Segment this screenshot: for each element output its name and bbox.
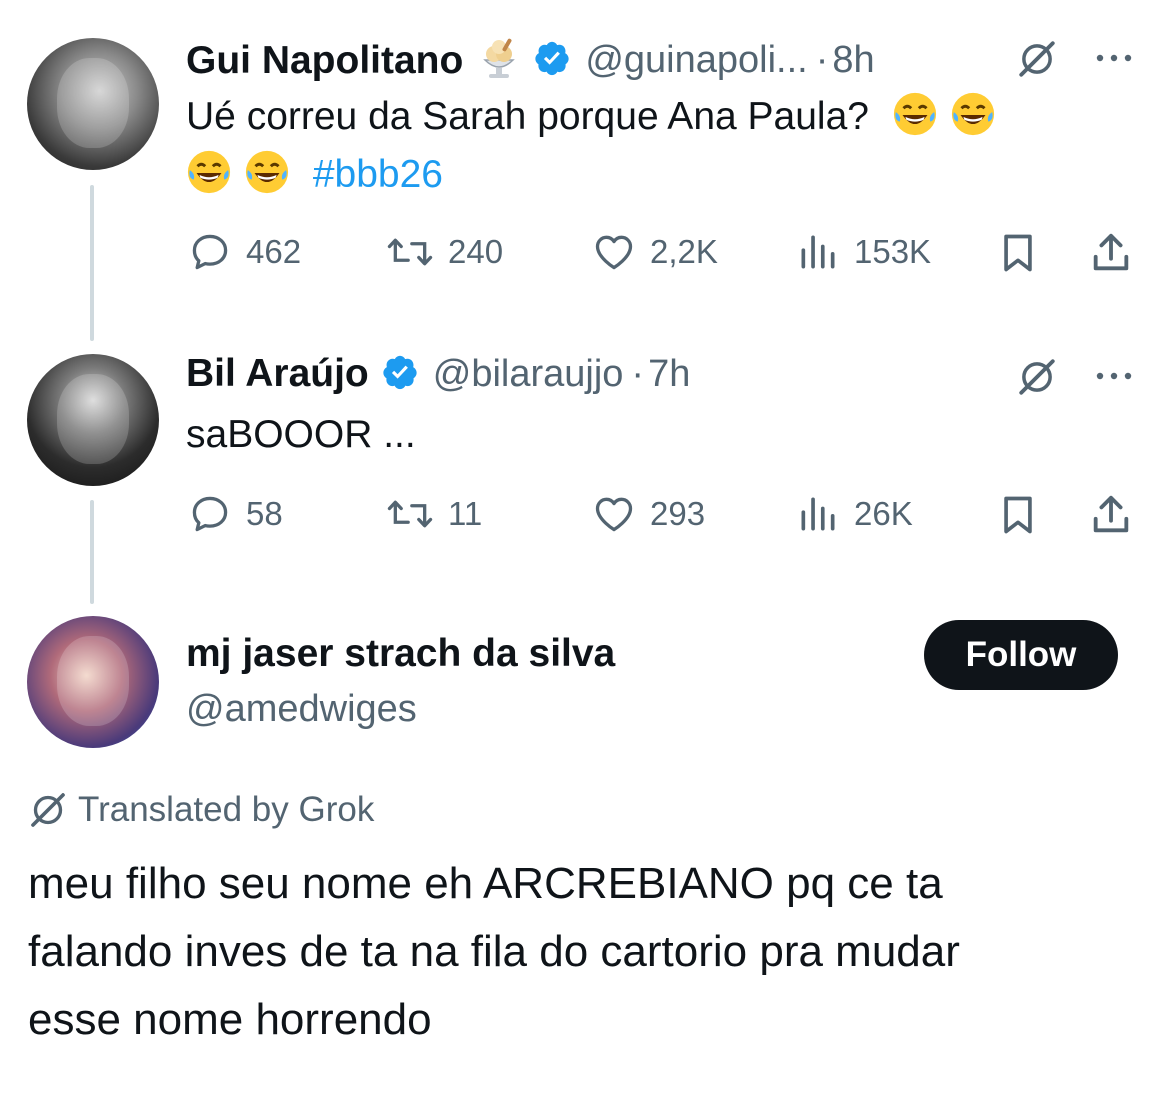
reply-button[interactable]: 462 xyxy=(188,230,301,274)
thread-line xyxy=(90,185,94,341)
retweet-icon xyxy=(387,500,433,528)
views-count: 26K xyxy=(854,495,913,532)
views-button[interactable]: 153K xyxy=(796,230,931,274)
separator-dot: · xyxy=(815,39,829,81)
more-icon[interactable] xyxy=(1092,48,1136,73)
like-button[interactable]: 293 xyxy=(592,492,705,536)
retweet-button[interactable]: 240 xyxy=(386,230,503,274)
tweet-text-line: Ué correu da Sarah porque Ana Paula? xyxy=(186,95,869,138)
retweet-count: 11 xyxy=(448,495,483,532)
reply-count: 462 xyxy=(246,233,302,270)
reply-icon xyxy=(192,496,228,532)
retweet-count: 240 xyxy=(448,233,504,270)
views-count: 153K xyxy=(854,233,932,270)
views-icon xyxy=(801,497,835,531)
post-body-line: falando inves de ta na fila do cartorio … xyxy=(28,927,960,976)
grok-icon[interactable] xyxy=(1016,38,1058,85)
like-icon xyxy=(595,235,633,270)
avatar-gui-napolitano[interactable] xyxy=(27,38,159,170)
ice-cream-emoji xyxy=(475,34,523,87)
post-body-line: meu filho seu nome eh ARCREBIANO pq ce t… xyxy=(28,859,943,908)
author-handle[interactable]: @bilaraujjo xyxy=(433,353,624,396)
views-icon xyxy=(801,235,835,269)
timestamp[interactable]: 7h xyxy=(648,353,690,396)
like-icon xyxy=(595,497,633,532)
tweet-1-text-line2: #bbb26 xyxy=(186,146,443,204)
grok-icon xyxy=(31,793,65,827)
translated-by-grok[interactable]: Translated by Grok xyxy=(28,790,374,830)
thread-line xyxy=(90,500,94,604)
share-icon[interactable] xyxy=(1088,492,1134,543)
author-handle[interactable]: @guinapoli... xyxy=(585,39,807,82)
bookmark-icon[interactable] xyxy=(996,492,1040,543)
verified-icon xyxy=(533,39,571,82)
post-body-line: esse nome horrendo xyxy=(28,995,432,1044)
tweet-1-text: Ué correu da Sarah porque Ana Paula? xyxy=(186,88,1008,146)
author-name[interactable]: Bil Araújo xyxy=(186,352,369,396)
retweet-icon xyxy=(387,238,433,266)
more-icon[interactable] xyxy=(1092,366,1136,391)
post-body: meu filho seu nome eh ARCREBIANO pq ce t… xyxy=(28,850,960,1054)
share-icon[interactable] xyxy=(1088,230,1134,281)
follow-button[interactable]: Follow xyxy=(924,620,1118,690)
reply-icon xyxy=(192,234,228,270)
tweet-2-text: saBOOOR ... xyxy=(186,413,416,456)
author-name[interactable]: Gui Napolitano xyxy=(186,39,463,83)
author-handle[interactable]: @amedwiges xyxy=(186,688,417,731)
author-name[interactable]: mj jaser strach da silva xyxy=(186,632,615,676)
like-count: 293 xyxy=(650,495,706,532)
views-button[interactable]: 26K xyxy=(796,492,913,536)
like-button[interactable]: 2,2K xyxy=(592,230,718,274)
avatar-mj-jaser[interactable] xyxy=(27,616,159,748)
laughing-emoji xyxy=(951,92,994,136)
laughing-emoji xyxy=(245,150,289,194)
timestamp[interactable]: 8h xyxy=(832,39,874,82)
translated-label: Translated by Grok xyxy=(78,790,375,829)
separator-dot: · xyxy=(631,352,645,395)
tweet-2-header: Bil Araújo @bilaraujjo · 7h xyxy=(186,352,690,396)
avatar-bil-araujo[interactable] xyxy=(27,354,159,486)
laughing-emoji xyxy=(187,150,231,194)
reply-count: 58 xyxy=(246,495,283,532)
like-count: 2,2K xyxy=(650,233,718,270)
tweet-1-header: Gui Napolitano @guinapoli... · 8h xyxy=(186,34,875,87)
laughing-emoji xyxy=(893,92,936,136)
hashtag-link[interactable]: #bbb26 xyxy=(313,153,443,196)
grok-icon[interactable] xyxy=(1016,356,1058,403)
retweet-button[interactable]: 11 xyxy=(386,492,482,536)
bookmark-icon[interactable] xyxy=(996,230,1040,281)
verified-icon xyxy=(381,353,419,396)
reply-button[interactable]: 58 xyxy=(188,492,283,536)
